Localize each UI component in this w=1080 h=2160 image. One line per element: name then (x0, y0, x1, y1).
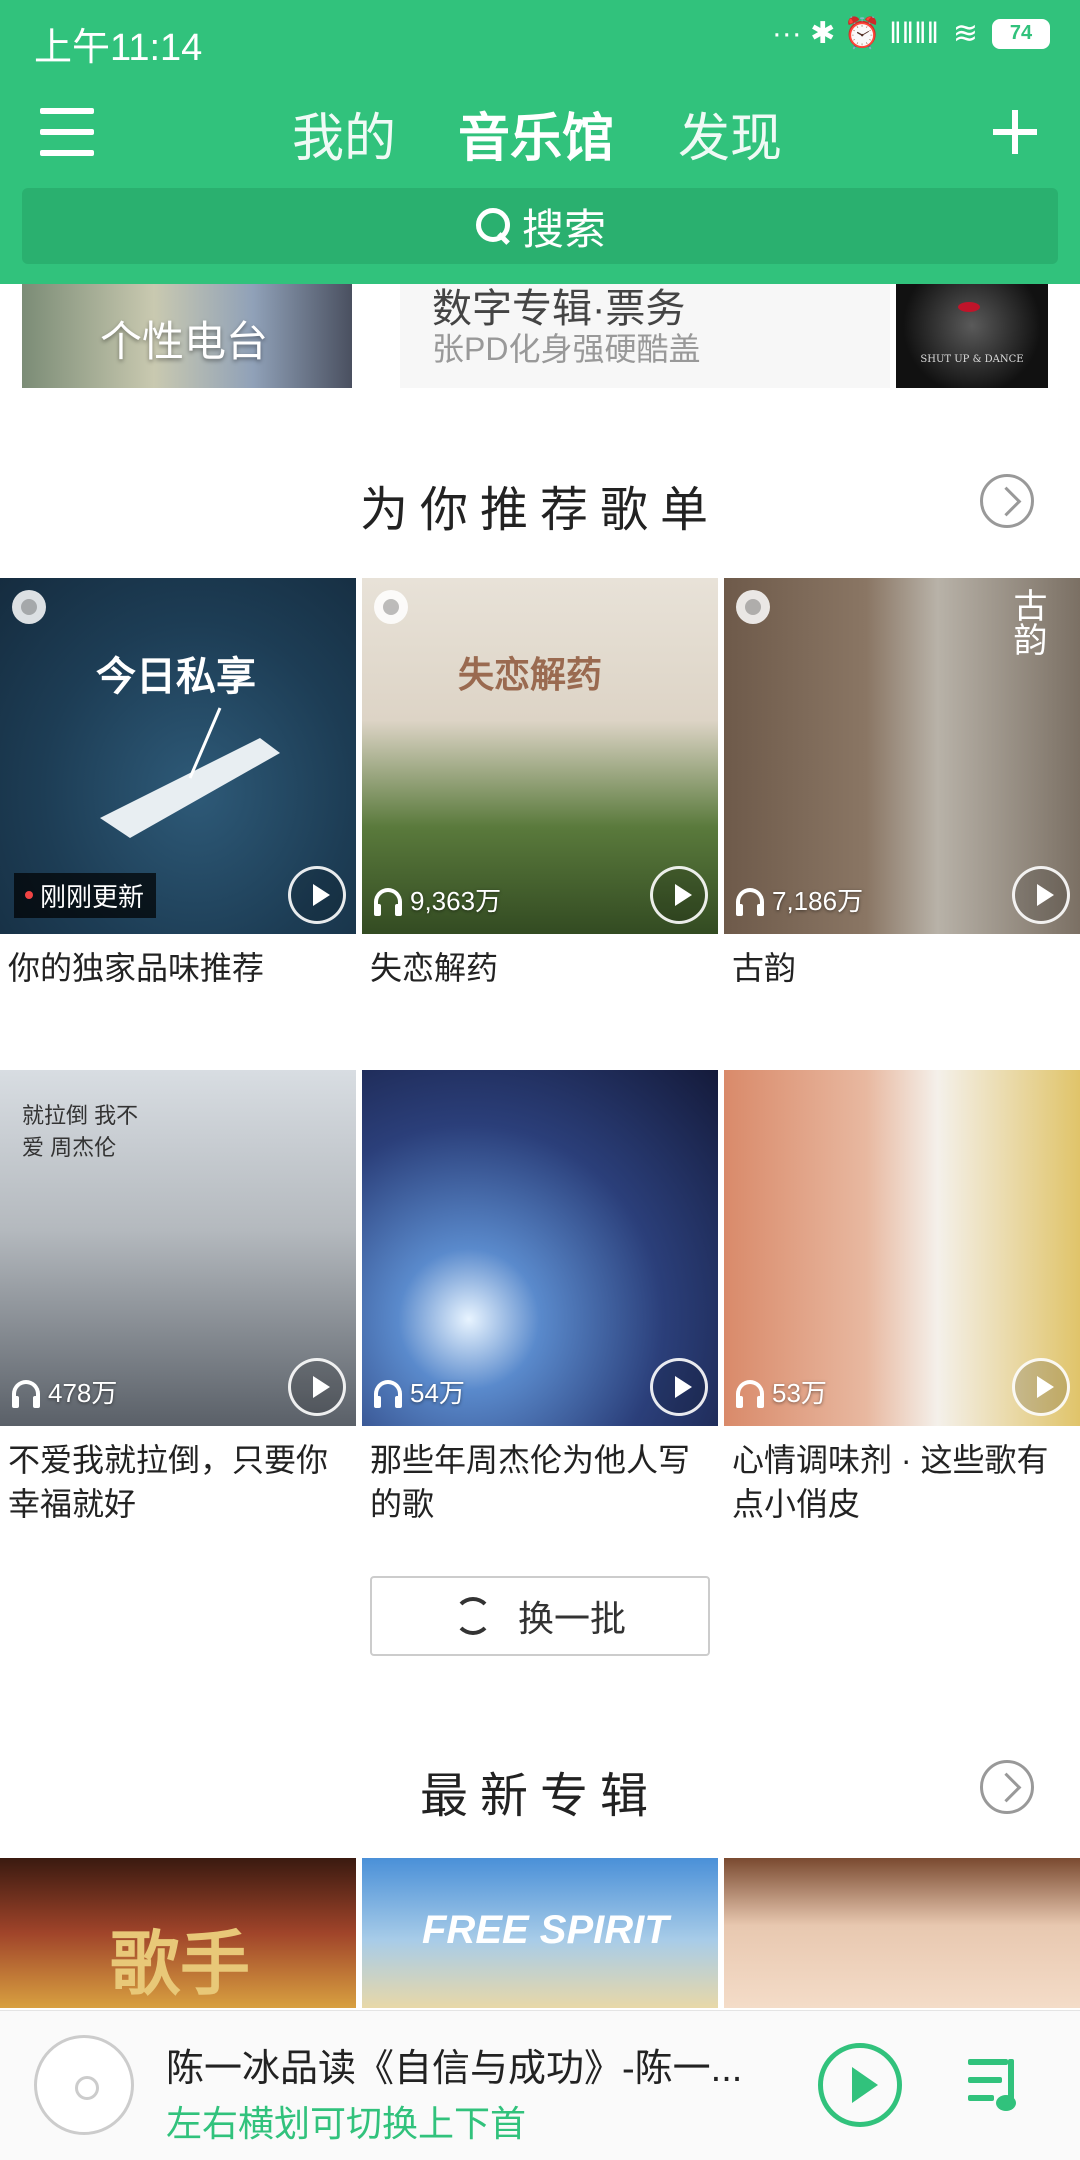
play-icon[interactable] (288, 1358, 346, 1416)
play-icon[interactable] (1012, 1358, 1070, 1416)
playlist-cover[interactable]: 古韵 7,186万 (724, 578, 1080, 934)
playlist-cover[interactable]: 54万 (362, 1070, 718, 1426)
new-albums-section-title: 最新专辑 (419, 1770, 660, 1823)
search-icon (474, 206, 514, 246)
new-albums-more-arrow-icon[interactable] (980, 1760, 1034, 1814)
top-nav: 我的 音乐馆 发现 (0, 88, 1080, 188)
cover-text: 失恋解药 (458, 654, 603, 695)
playlist-card[interactable]: 失恋解药 9,363万 失恋解药 (362, 578, 718, 990)
playlist-title[interactable]: 失恋解药 (362, 946, 718, 990)
album-cover-text: 歌手 (110, 1925, 250, 2003)
battery-icon: 74 (992, 18, 1050, 49)
qq-music-badge-icon (374, 590, 408, 624)
listen-count: 53万 (736, 1373, 827, 1410)
cover-text: 就拉倒 我不爱 周杰伦 (22, 1103, 139, 1160)
sailboat-icon (100, 707, 280, 838)
digital-album-banner[interactable]: 数字专辑·票务 张PD化身强硬酷盖 (400, 284, 890, 388)
playlist-cover[interactable]: 53万 (724, 1070, 1080, 1426)
playlist-card[interactable]: 古韵 7,186万 古韵 (724, 578, 1080, 990)
tab-music-hall[interactable]: 音乐馆 (458, 96, 614, 171)
player-track-title[interactable]: 陈一冰品读《自信与成功》-陈一... (166, 2037, 766, 2092)
radio-banner-label: 个性电台 (100, 318, 269, 365)
tab-mine[interactable]: 我的 (292, 96, 396, 171)
update-badge: 刚刚更新 (14, 873, 157, 918)
headphone-icon (736, 1379, 764, 1408)
tab-discover[interactable]: 发现 (678, 96, 782, 171)
cover-text: 古韵 (1008, 588, 1046, 656)
refresh-label: 换一批 (517, 1598, 626, 1639)
play-icon[interactable] (650, 866, 708, 924)
listen-count: 9,363万 (374, 881, 501, 918)
playlist-title[interactable]: 那些年周杰伦为他人写的歌 (362, 1438, 718, 1526)
headphone-icon (374, 1379, 402, 1408)
mini-player[interactable]: 陈一冰品读《自信与成功》-陈一... 左右横划可切换上下首 (0, 2010, 1080, 2160)
listen-count-value: 9,363万 (410, 886, 502, 916)
radio-banner[interactable]: 个性电台 (22, 284, 352, 388)
refresh-button[interactable]: 换一批 (370, 1576, 710, 1656)
app-header: 上午11:14 ··· ✱ ⏰ ‖‖‖‖ ≋ 74 我的 音乐馆 发现 搜索 (0, 0, 1080, 284)
search-bar[interactable]: 搜索 (22, 188, 1058, 264)
status-bar: 上午11:14 ··· ✱ ⏰ ‖‖‖‖ ≋ 74 (0, 0, 1080, 80)
listen-count-value: 7,186万 (772, 886, 864, 916)
playlist-cover[interactable]: 失恋解药 9,363万 (362, 578, 718, 934)
album-cover[interactable]: FREE SPIRIT (362, 1858, 718, 2008)
player-hint: 左右横划可切换上下首 (166, 2103, 527, 2144)
playlist-title[interactable]: 你的独家品味推荐 (0, 946, 356, 990)
playlist-card[interactable]: 就拉倒 我不爱 周杰伦 478万 不爱我就拉倒，只要你幸福就好 (0, 1070, 356, 1526)
album-cover-text: FREE SPIRIT (422, 1908, 669, 1952)
qq-music-badge-icon (12, 590, 46, 624)
playlist-icon[interactable] (968, 2053, 1034, 2113)
playlist-title[interactable]: 不爱我就拉倒，只要你幸福就好 (0, 1438, 356, 1526)
menu-icon[interactable] (40, 108, 98, 160)
status-time: 上午11:14 (34, 27, 203, 69)
recommend-section-title: 为你推荐歌单 (359, 484, 720, 537)
qq-music-badge-icon (736, 590, 770, 624)
listen-count-value: 54万 (410, 1378, 465, 1408)
listen-count-value: 53万 (772, 1378, 827, 1408)
headphone-icon (736, 887, 764, 916)
playlist-card[interactable]: 今日私享 刚刚更新 你的独家品味推荐 (0, 578, 356, 990)
playlist-card[interactable]: 53万 心情调味剂 · 这些歌有点小俏皮 (724, 1070, 1080, 1526)
listen-count-value: 478万 (48, 1378, 118, 1408)
album-cover[interactable] (724, 1858, 1080, 2008)
album-cover-thumbnail[interactable]: SHUT UP & DANCE (896, 284, 1048, 388)
wifi-icon: ≋ (952, 17, 978, 50)
digital-album-subtitle: 张PD化身强硬酷盖 (432, 331, 701, 367)
playlist-cover[interactable]: 就拉倒 我不爱 周杰伦 478万 (0, 1070, 356, 1426)
plus-icon[interactable] (986, 102, 1046, 162)
listen-count: 478万 (12, 1373, 117, 1410)
playlist-title[interactable]: 古韵 (724, 946, 1080, 990)
status-indicators: ··· ✱ ⏰ ‖‖‖‖ (771, 17, 939, 50)
play-icon[interactable] (288, 866, 346, 924)
playlist-card[interactable]: 54万 那些年周杰伦为他人写的歌 (362, 1070, 718, 1526)
headphone-icon (374, 887, 402, 916)
refresh-icon (453, 1597, 492, 1635)
status-icons: ··· ✱ ⏰ ‖‖‖‖ ≋ 74 (772, 16, 1050, 51)
album-cover[interactable]: 歌手 (0, 1858, 356, 2008)
disc-icon[interactable] (34, 2035, 134, 2135)
lips-graphic (958, 302, 980, 312)
album-cover-caption: SHUT UP & DANCE (920, 354, 1024, 365)
cover-text: 今日私享 (96, 655, 256, 699)
headphone-icon (12, 1379, 40, 1408)
listen-count: 54万 (374, 1373, 465, 1410)
recommend-more-arrow-icon[interactable] (980, 474, 1034, 528)
play-icon[interactable] (1012, 866, 1070, 924)
playlist-cover[interactable]: 今日私享 刚刚更新 (0, 578, 356, 934)
play-icon[interactable] (818, 2043, 902, 2127)
playlist-title[interactable]: 心情调味剂 · 这些歌有点小俏皮 (724, 1438, 1080, 1526)
play-icon[interactable] (650, 1358, 708, 1416)
search-placeholder: 搜索 (521, 205, 606, 253)
listen-count: 7,186万 (736, 881, 863, 918)
